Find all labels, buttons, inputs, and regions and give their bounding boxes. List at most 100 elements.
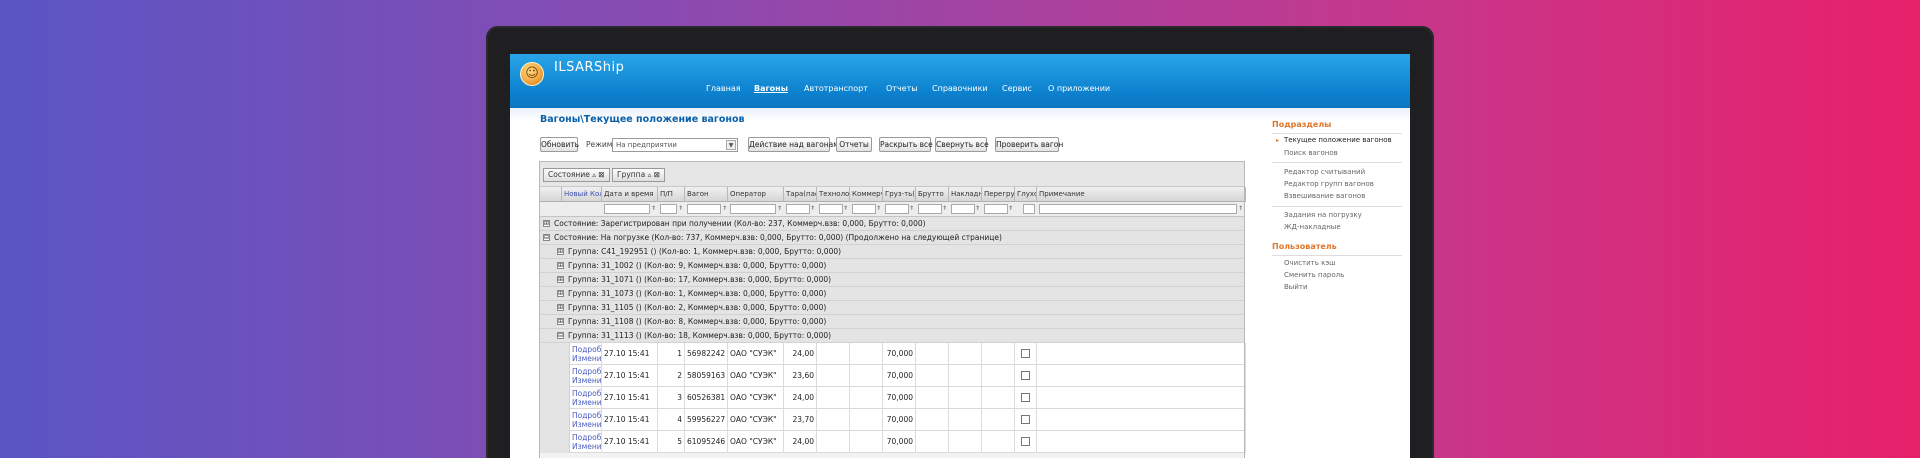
filter-overload[interactable]	[984, 204, 1008, 214]
filter-funnel-icon[interactable]: ⍒	[943, 205, 947, 213]
sidebar-item-logout[interactable]: Выйти	[1284, 283, 1308, 291]
nav-item-about[interactable]: О приложении	[1048, 84, 1110, 93]
filter-waybill[interactable]	[951, 204, 975, 214]
sidebar-item-clear-cache[interactable]: Очистить кэш	[1284, 259, 1336, 267]
filter-brutto[interactable]	[918, 204, 942, 214]
blind-checkbox[interactable]	[1021, 393, 1030, 402]
filter-wagon[interactable]	[687, 204, 721, 214]
col-header-operator[interactable]: Оператор	[728, 187, 784, 202]
filter-tara[interactable]	[786, 204, 810, 214]
filter-note[interactable]	[1039, 204, 1237, 214]
refresh-button[interactable]: Обновить	[540, 137, 579, 152]
check-wagon-button[interactable]: Проверить вагон	[995, 137, 1063, 152]
collapse-icon[interactable]: ⊟	[543, 234, 550, 241]
expand-icon[interactable]: ⊞	[557, 276, 564, 283]
sidebar-item-loading-tasks[interactable]: Задания на погрузку	[1284, 211, 1362, 219]
details-link[interactable]: Подробно	[572, 367, 601, 376]
expand-icon[interactable]: ⊞	[543, 220, 550, 227]
col-header-overload[interactable]: Перегруз	[982, 187, 1015, 202]
filter-funnel-icon[interactable]: ⍒	[811, 205, 815, 213]
sidebar-item-weighing[interactable]: Взвешивание вагонов	[1284, 192, 1365, 200]
col-header-capacity[interactable]: Груз-ть(паспорт)	[883, 187, 916, 202]
edit-link[interactable]: Изменить	[572, 442, 601, 451]
subgroup-row[interactable]: ⊞ Группа: С41_192951 () (Кол-во: 1, Комм…	[540, 245, 1244, 259]
filter-commercial[interactable]	[852, 204, 876, 214]
collapse-all-button[interactable]: Свернуть все	[935, 137, 989, 152]
blind-checkbox[interactable]	[1021, 349, 1030, 358]
sidebar-item-search-wagons[interactable]: Поиск вагонов	[1284, 149, 1338, 157]
filter-funnel-icon[interactable]: ⍒	[723, 205, 727, 213]
group-chip-group[interactable]: Группа ▵ ⊠	[612, 168, 666, 182]
col-header-brutto[interactable]: Брутто	[916, 187, 949, 202]
filter-pp[interactable]	[660, 204, 677, 214]
nav-item-trucks[interactable]: Автотранспорт	[804, 84, 868, 93]
group-chip-state[interactable]: Состояние ▵ ⊠	[543, 168, 610, 182]
col-header-tech[interactable]: Технолог.	[817, 187, 850, 202]
col-header-datetime[interactable]: Дата и время	[602, 187, 658, 202]
details-link[interactable]: Подробно	[572, 411, 601, 420]
wagon-action-button[interactable]: Действие над вагонами	[748, 137, 844, 152]
col-header-wagon[interactable]: Вагон	[685, 187, 728, 202]
subgroup-row[interactable]: ⊞ Группа: 31_1105 () (Кол-во: 2, Коммерч…	[540, 301, 1244, 315]
chevron-down-icon[interactable]: ▼	[726, 140, 736, 150]
filter-funnel-icon[interactable]: ⍒	[844, 205, 848, 213]
subgroup-row[interactable]: ⊟ Группа: 31_1113 () (Кол-во: 18, Коммер…	[540, 329, 1244, 343]
sidebar-item-groups-editor[interactable]: Редактор групп вагонов	[1284, 180, 1374, 188]
filter-funnel-icon[interactable]: ⍒	[976, 205, 980, 213]
expand-icon[interactable]: ⊞	[557, 290, 564, 297]
filter-funnel-icon[interactable]: ⍒	[910, 205, 914, 213]
col-header-commercial[interactable]: Коммерч.вз.	[850, 187, 883, 202]
filter-new[interactable]	[604, 204, 650, 214]
sidebar-item-current-position[interactable]: Текущее положение вагонов	[1284, 136, 1392, 144]
group-row[interactable]: ⊟ Состояние: На погрузке (Кол-во: 737, К…	[540, 231, 1244, 245]
nav-item-service[interactable]: Сервис	[1002, 84, 1032, 93]
col-header-tara[interactable]: Тара(паспорт)	[784, 187, 817, 202]
blind-checkbox[interactable]	[1021, 415, 1030, 424]
mode-select[interactable]: На предприятии ▼	[612, 138, 738, 152]
filter-blind[interactable]	[1023, 204, 1035, 214]
filter-funnel-icon[interactable]: ⍒	[778, 205, 782, 213]
filter-tech[interactable]	[819, 204, 843, 214]
details-link[interactable]: Подробно	[572, 389, 601, 398]
sidebar-item-change-password[interactable]: Сменить пароль	[1284, 271, 1344, 279]
sort-asc-icon[interactable]: ▵ ⊠	[648, 170, 660, 179]
sidebar-item-waybills[interactable]: ЖД-накладные	[1284, 223, 1341, 231]
filter-funnel-icon[interactable]: ⍒	[1239, 205, 1243, 213]
nav-item-wagons[interactable]: Вагоны	[754, 84, 788, 93]
edit-link[interactable]: Изменить	[572, 398, 601, 407]
blind-checkbox[interactable]	[1021, 437, 1030, 446]
expand-icon[interactable]: ⊞	[557, 248, 564, 255]
expand-all-button[interactable]: Раскрыть все	[879, 137, 933, 152]
reports-button[interactable]: Отчеты	[836, 137, 872, 152]
col-header-pp[interactable]: П/П	[658, 187, 685, 202]
expand-icon[interactable]: ⊞	[557, 262, 564, 269]
filter-funnel-icon[interactable]: ⍒	[1009, 205, 1013, 213]
filter-operator[interactable]	[730, 204, 776, 214]
subgroup-row[interactable]: ⊞ Группа: 31_1002 () (Кол-во: 9, Коммерч…	[540, 259, 1244, 273]
blind-checkbox[interactable]	[1021, 371, 1030, 380]
sidebar-item-reads-editor[interactable]: Редактор считываний	[1284, 168, 1365, 176]
subgroup-row[interactable]: ⊞ Группа: 31_1073 () (Кол-во: 1, Коммерч…	[540, 287, 1244, 301]
group-row[interactable]: ⊞ Состояние: Зарегистрирован при получен…	[540, 217, 1244, 231]
filter-funnel-icon[interactable]: ⍒	[652, 205, 656, 213]
col-header-new[interactable]: Новый Кол.	[562, 187, 602, 202]
col-header-note[interactable]: Примечание	[1037, 187, 1246, 202]
expand-icon[interactable]: ⊞	[557, 318, 564, 325]
details-link[interactable]: Подробно	[572, 433, 601, 442]
col-header-waybill[interactable]: Накладная	[949, 187, 982, 202]
subgroup-row[interactable]: ⊞ Группа: 31_1108 () (Кол-во: 8, Коммерч…	[540, 315, 1244, 329]
sort-asc-icon[interactable]: ▵ ⊠	[592, 170, 604, 179]
subgroup-row[interactable]: ⊞ Группа: 31_1071 () (Кол-во: 17, Коммер…	[540, 273, 1244, 287]
col-header-blind[interactable]: Глухой	[1015, 187, 1037, 202]
details-link[interactable]: Подробно	[572, 345, 601, 354]
nav-item-directories[interactable]: Справочники	[932, 84, 988, 93]
nav-item-home[interactable]: Главная	[706, 84, 741, 93]
nav-item-reports[interactable]: Отчеты	[886, 84, 918, 93]
expand-icon[interactable]: ⊞	[557, 304, 564, 311]
collapse-icon[interactable]: ⊟	[557, 332, 564, 339]
edit-link[interactable]: Изменить	[572, 376, 601, 385]
app-logo-icon[interactable]: ☺	[520, 62, 544, 86]
filter-funnel-icon[interactable]: ⍒	[877, 205, 881, 213]
edit-link[interactable]: Изменить	[572, 354, 601, 363]
filter-funnel-icon[interactable]: ⍒	[679, 205, 683, 213]
